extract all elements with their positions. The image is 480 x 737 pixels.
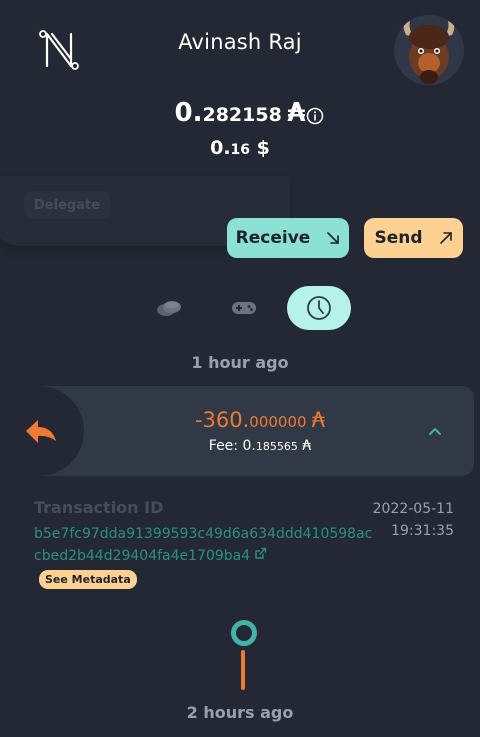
tab-assets[interactable] bbox=[137, 286, 201, 330]
avatar[interactable] bbox=[394, 15, 464, 85]
timeline-dot bbox=[231, 620, 257, 646]
transaction-id-link[interactable]: b5e7fc97dda91399593c49d6a634ddd410598ac … bbox=[34, 523, 373, 567]
transaction-id-line-1: b5e7fc97dda91399593c49d6a634ddd410598ac bbox=[34, 526, 373, 542]
usd-symbol: $ bbox=[256, 137, 270, 159]
amount-ada-symbol: ₳ bbox=[311, 408, 326, 432]
usd-fraction: 16 bbox=[230, 142, 251, 158]
ada-symbol: ₳ bbox=[287, 98, 306, 128]
reply-arrow-icon bbox=[26, 420, 56, 443]
transaction-id-line-2: cbed2b44d29404fa4e1709ba4 bbox=[34, 548, 251, 564]
amount-whole: -360. bbox=[194, 408, 250, 432]
transaction-datetime: 2022-05-11 19:31:35 bbox=[354, 498, 454, 542]
see-metadata-button[interactable]: See Metadata bbox=[39, 570, 137, 589]
transaction-amount: -360.000000 ₳ bbox=[120, 408, 400, 432]
tab-history[interactable] bbox=[287, 286, 351, 330]
clock-icon bbox=[307, 296, 331, 320]
usd-whole: 0. bbox=[210, 137, 231, 159]
balance-whole: 0. bbox=[174, 98, 203, 128]
send-button[interactable]: Send bbox=[364, 218, 463, 258]
arrow-down-right-icon bbox=[327, 232, 340, 244]
transaction-date: 2022-05-11 bbox=[372, 501, 454, 517]
collapse-button[interactable] bbox=[425, 421, 445, 441]
send-label: Send bbox=[374, 228, 423, 248]
fee-fraction: 185565 bbox=[255, 440, 298, 453]
ada-balance: 0.282158 ₳ bbox=[0, 98, 480, 128]
receive-button[interactable]: Receive bbox=[227, 218, 349, 258]
bison-avatar-icon bbox=[403, 21, 455, 84]
fee-ada-symbol: ₳ bbox=[302, 438, 312, 454]
amount-fraction: 000000 bbox=[249, 413, 307, 431]
delegate-button[interactable]: Delegate bbox=[24, 191, 110, 219]
fee-label: Fee: 0. bbox=[208, 438, 256, 454]
receive-label: Receive bbox=[235, 228, 311, 248]
timeline-line bbox=[241, 650, 245, 690]
usd-balance: 0.16 $ bbox=[0, 137, 480, 159]
transaction-id-label: Transaction ID bbox=[34, 498, 164, 517]
tab-collectibles[interactable] bbox=[212, 286, 276, 330]
transaction-fee: Fee: 0.185565 ₳ bbox=[120, 438, 400, 454]
chevron-up-icon bbox=[429, 427, 441, 435]
external-link-icon bbox=[254, 545, 267, 567]
transaction-type-badge bbox=[0, 386, 84, 476]
gamepad-icon bbox=[232, 302, 256, 314]
history-group-label-2: 2 hours ago bbox=[186, 703, 294, 722]
info-icon[interactable] bbox=[306, 107, 324, 125]
history-group-label: 1 hour ago bbox=[191, 353, 289, 372]
balance-fraction: 282158 bbox=[202, 104, 282, 126]
coins-icon bbox=[157, 301, 181, 316]
arrow-up-right-icon bbox=[439, 232, 452, 244]
transaction-time: 19:31:35 bbox=[391, 523, 454, 539]
